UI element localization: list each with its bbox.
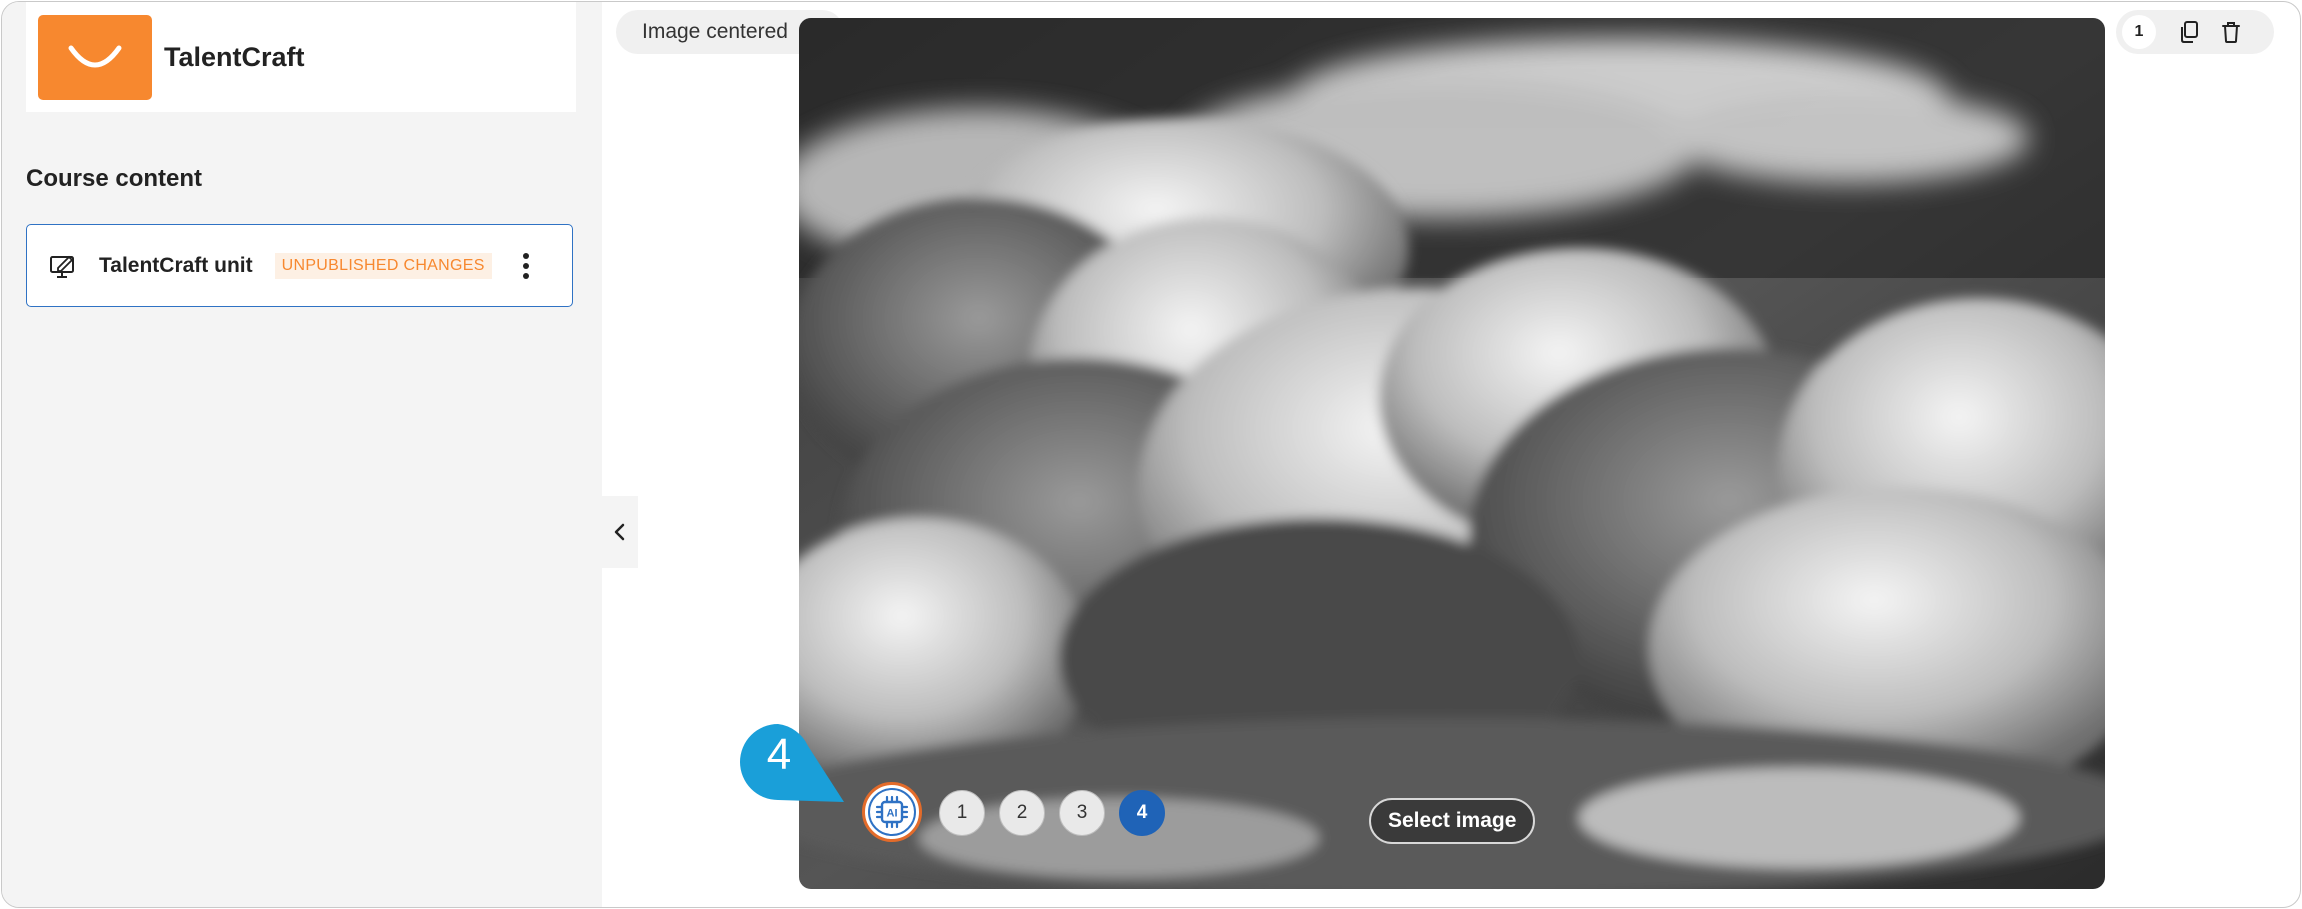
image-option-4[interactable]: 4 <box>1119 790 1165 836</box>
brand-logo <box>38 14 152 100</box>
unit-title: TalentCraft unit <box>99 253 253 277</box>
image-option-2[interactable]: 2 <box>999 790 1045 836</box>
page-number: 1 <box>2122 15 2156 49</box>
image-option-3[interactable]: 3 <box>1059 790 1105 836</box>
copy-icon <box>2181 21 2198 43</box>
layout-select-value: Image centered <box>642 20 788 43</box>
image-option-1[interactable]: 1 <box>939 790 985 836</box>
sidebar: TalentCraft Course content TalentCraft u… <box>2 2 602 907</box>
app-window: TalentCraft Course content TalentCraft u… <box>1 1 2301 908</box>
chevron-left-icon <box>614 523 625 541</box>
unpublished-badge: UNPUBLISHED CHANGES <box>274 252 492 279</box>
ai-chip-icon: AI <box>875 795 909 829</box>
brand-header: TalentCraft <box>26 2 576 112</box>
delete-button[interactable] <box>2216 17 2246 47</box>
brand-name: TalentCraft <box>164 41 305 72</box>
collapse-sidebar-button[interactable] <box>602 496 638 568</box>
cloud-image-preview: AI 1 2 3 4 Select image <box>799 18 2105 889</box>
select-image-button[interactable]: Select image <box>1369 798 1536 844</box>
section-title: Course content <box>26 165 203 192</box>
more-options-icon[interactable] <box>516 251 536 281</box>
duplicate-button[interactable] <box>2174 17 2204 47</box>
monitor-edit-icon <box>49 251 79 281</box>
ai-generate-button[interactable]: AI <box>862 782 922 842</box>
step-callout-number: 4 <box>766 730 792 779</box>
course-unit-item[interactable]: TalentCraft unit UNPUBLISHED CHANGES <box>26 224 573 307</box>
trash-icon <box>2222 22 2240 43</box>
cloud-photo <box>799 18 2105 889</box>
svg-text:AI: AI <box>887 808 898 820</box>
smile-curve-icon <box>68 45 122 68</box>
block-toolbar: 1 <box>2116 10 2274 54</box>
